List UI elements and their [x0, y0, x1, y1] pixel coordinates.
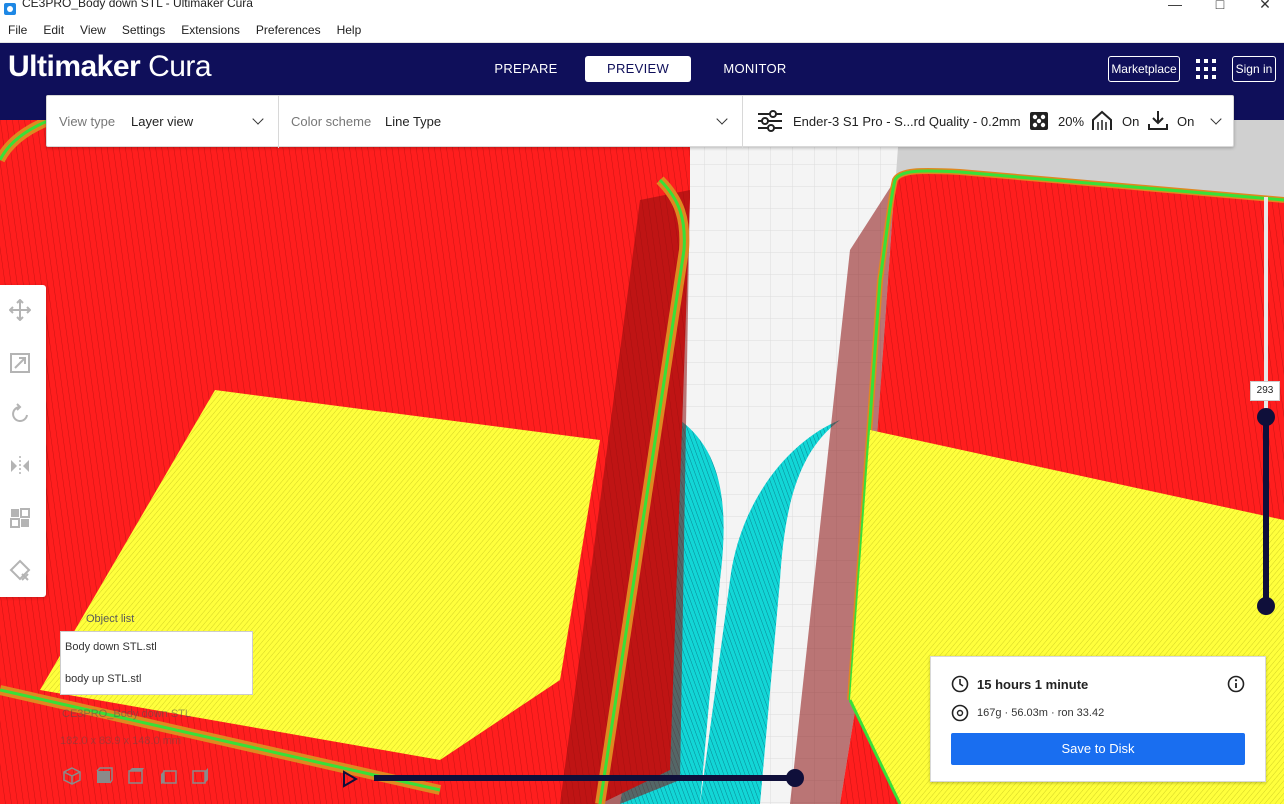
- minimize-icon[interactable]: —: [1152, 0, 1198, 13]
- close-icon[interactable]: ✕: [1242, 0, 1284, 13]
- chevron-down-icon[interactable]: [716, 113, 728, 125]
- list-item[interactable]: Body down STL.stl: [65, 641, 157, 653]
- clock-icon: [951, 675, 969, 693]
- per-model-settings-icon[interactable]: [9, 507, 31, 529]
- spool-icon: [951, 704, 969, 722]
- maximize-icon[interactable]: □: [1197, 0, 1243, 13]
- menu-file[interactable]: File: [8, 23, 27, 37]
- print-info-panel: 15 hours 1 minute 167g · 56.03m · ron 33…: [930, 656, 1266, 782]
- marketplace-button[interactable]: Marketplace: [1108, 56, 1180, 82]
- material-usage: 167g · 56.03m · ron 33.42: [977, 707, 1105, 719]
- tool-panel: [0, 285, 46, 597]
- camera-left-view-icon[interactable]: [158, 766, 178, 786]
- mirror-icon[interactable]: [9, 455, 31, 477]
- menu-view[interactable]: View: [80, 23, 106, 37]
- menu-help[interactable]: Help: [337, 23, 362, 37]
- chevron-down-icon[interactable]: [252, 113, 264, 125]
- support-blocker-icon[interactable]: [9, 559, 31, 581]
- view-settings-bar: View type Layer view Color scheme Line T…: [46, 95, 1234, 148]
- rotate-icon[interactable]: [9, 403, 31, 425]
- info-icon[interactable]: [1227, 675, 1245, 693]
- window-title: CE3PRO_Body down STL - Ultimaker Cura: [22, 0, 253, 10]
- color-scheme-dropdown[interactable]: Line Type: [385, 114, 441, 129]
- settings-sliders-icon[interactable]: [757, 109, 783, 133]
- object-list-label[interactable]: Object list: [86, 613, 134, 625]
- camera-top-view-icon[interactable]: [126, 766, 146, 786]
- list-item[interactable]: body up STL.stl: [65, 673, 141, 685]
- menu-settings[interactable]: Settings: [122, 23, 165, 37]
- support-icon: [1092, 110, 1112, 130]
- menu-edit[interactable]: Edit: [43, 23, 64, 37]
- ultimaker-cura-logo: Ultimaker Cura: [8, 50, 212, 83]
- view-type-label: View type: [59, 114, 116, 129]
- scale-icon[interactable]: [9, 352, 31, 374]
- build-name: CE3PRO_Body down STL: [62, 708, 192, 720]
- menu-bar: File Edit View Settings Extensions Prefe…: [0, 17, 1284, 43]
- view-type-dropdown[interactable]: Layer view: [131, 114, 193, 129]
- move-icon[interactable]: [9, 299, 31, 321]
- window-title-bar: CE3PRO_Body down STL - Ultimaker Cura — …: [0, 0, 1284, 17]
- menu-extensions[interactable]: Extensions: [181, 23, 240, 37]
- layer-path-slider-handle[interactable]: [786, 769, 804, 787]
- current-layer-number[interactable]: 293: [1250, 381, 1280, 401]
- infill-value: 20%: [1058, 114, 1085, 129]
- object-list: Body down STL.stl body up STL.stl: [60, 631, 253, 695]
- layer-slider-lower-handle[interactable]: [1257, 597, 1275, 615]
- sign-in-button[interactable]: Sign in: [1232, 56, 1276, 82]
- tab-monitor[interactable]: MONITOR: [712, 56, 798, 82]
- layer-slider-upper-handle[interactable]: [1257, 408, 1275, 426]
- apps-grid-icon[interactable]: [1196, 59, 1216, 79]
- print-profile-selector[interactable]: Ender-3 S1 Pro - S...rd Quality - 0.2mm: [793, 114, 1021, 129]
- menu-preferences[interactable]: Preferences: [256, 23, 321, 37]
- layer-path-slider-track[interactable]: [374, 775, 796, 781]
- save-to-disk-button[interactable]: Save to Disk: [951, 733, 1245, 765]
- print-time: 15 hours 1 minute: [977, 677, 1089, 692]
- adhesion-value: On: [1177, 114, 1195, 129]
- play-icon[interactable]: [342, 770, 358, 788]
- support-value: On: [1122, 114, 1140, 129]
- build-dimensions: 182.0 x 83.9 x 148.0 mm: [60, 735, 182, 747]
- camera-3d-view-icon[interactable]: [62, 766, 82, 786]
- camera-front-view-icon[interactable]: [94, 766, 114, 786]
- chevron-down-icon[interactable]: [1210, 113, 1222, 125]
- tab-preview[interactable]: PREVIEW: [585, 56, 691, 82]
- color-scheme-label: Color scheme: [291, 114, 372, 129]
- tab-prepare[interactable]: PREPARE: [483, 56, 569, 82]
- adhesion-icon: [1148, 111, 1168, 130]
- cura-app-icon: [4, 2, 16, 15]
- layer-slider-range[interactable]: [1263, 417, 1269, 607]
- infill-icon: [1030, 112, 1048, 130]
- camera-right-view-icon[interactable]: [190, 766, 210, 786]
